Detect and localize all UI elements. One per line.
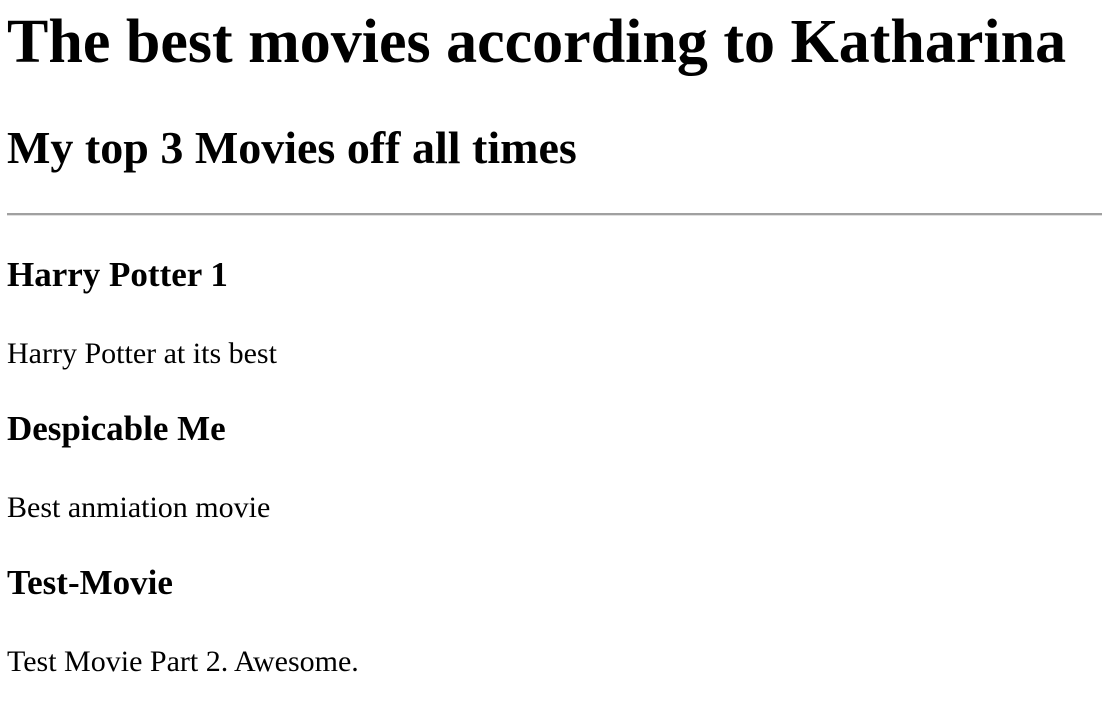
movie-item: Despicable Me Best anmiation movie (7, 407, 1102, 561)
movie-list: Harry Potter 1 Harry Potter at its best … (7, 253, 1102, 715)
page-title: The best movies according to Katharina (7, 8, 1067, 76)
divider (7, 213, 1102, 216)
movie-item: Test-Movie Test Movie Part 2. Awesome. (7, 561, 1102, 715)
movie-title: Test-Movie (7, 563, 173, 602)
movie-description: Test Movie Part 2. Awesome. (7, 645, 359, 678)
movie-description: Harry Potter at its best (7, 337, 277, 370)
page-subtitle: My top 3 Movies off all times (7, 122, 577, 173)
movie-title: Despicable Me (7, 409, 226, 448)
movie-item: Harry Potter 1 Harry Potter at its best (7, 253, 1102, 407)
movie-description: Best anmiation movie (7, 491, 271, 524)
movie-title: Harry Potter 1 (7, 255, 228, 294)
